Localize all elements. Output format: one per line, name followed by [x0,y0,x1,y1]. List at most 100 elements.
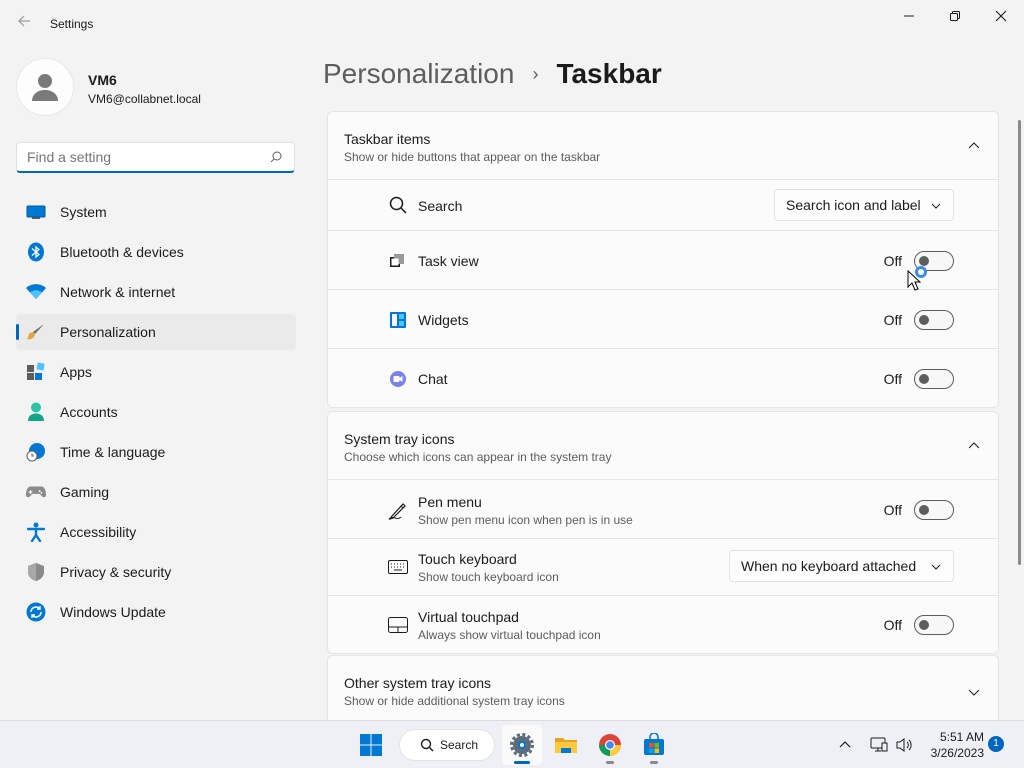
breadcrumb-separator: › [532,63,539,84]
taskbar-items-header[interactable]: Taskbar items Show or hide buttons that … [328,112,998,180]
start-button[interactable] [351,725,391,765]
nav-label: Time & language [60,444,166,460]
nav-label: Accounts [60,404,118,420]
setting-label: Virtual touchpad [418,609,519,625]
nav-list: System Bluetooth & devices Network & int… [16,194,296,634]
toggle-state-text: Off [883,312,902,328]
nav-item-privacy-security[interactable]: Privacy & security [16,554,296,590]
nav-label: System [60,204,107,220]
find-setting-input[interactable] [17,143,257,171]
system-tray-status[interactable] [864,721,920,768]
taskbar-search-button[interactable]: Search [399,729,495,761]
search-icon[interactable] [270,151,282,163]
taskbar-settings-app[interactable] [502,725,542,765]
section-title: System tray icons [344,431,455,447]
nav-item-accounts[interactable]: Accounts [16,394,296,430]
other-tray-header[interactable]: Other system tray icons Show or hide add… [328,656,998,720]
toggle-state-text: Off [883,371,902,387]
close-button[interactable] [978,0,1024,32]
app-title: Settings [50,17,94,31]
running-indicator [650,761,658,764]
wifi-icon [26,282,46,302]
system-tray-icons-card: System tray icons Choose which icons can… [327,411,999,654]
taskbar-file-explorer[interactable] [546,725,586,765]
shield-icon [26,562,46,582]
profile-email: VM6@collabnet.local [88,92,201,106]
setting-description: Show touch keyboard icon [418,570,559,584]
keyboard-icon [388,557,408,577]
section-subtitle: Show or hide buttons that appear on the … [344,150,601,164]
task-view-icon [388,251,408,271]
nav-item-gaming[interactable]: Gaming [16,474,296,510]
back-button[interactable] [12,12,36,36]
system-tray-header[interactable]: System tray icons Choose which icons can… [328,412,998,480]
pen-menu-toggle[interactable] [914,500,954,520]
nav-item-windows-update[interactable]: Windows Update [16,594,296,630]
virtual-touchpad-toggle[interactable] [914,615,954,635]
taskbar-chrome[interactable] [590,725,630,765]
toggle-state-text: Off [883,617,902,633]
chat-icon [388,369,408,389]
nav-item-network[interactable]: Network & internet [16,274,296,310]
widgets-icon [388,310,408,330]
nav-label: Bluetooth & devices [60,244,184,260]
scrollbar-thumb[interactable] [1018,120,1021,565]
toggle-knob [919,505,929,515]
nav-item-system[interactable]: System [16,194,296,230]
section-subtitle: Show or hide additional system tray icon… [344,694,565,708]
chevron-up-icon [839,741,851,748]
pen-menu-toggle-group: Off [884,500,954,520]
display-icon [26,202,46,222]
search-icon [388,195,408,215]
breadcrumb: Personalization › Taskbar [323,58,662,90]
nav-label: Gaming [60,484,110,500]
touch-keyboard-dropdown[interactable]: When no keyboard attached [729,550,954,582]
user-profile[interactable]: VM6 VM6@collabnet.local [16,58,296,118]
section-title: Taskbar items [344,131,431,147]
taskbar-clock[interactable]: 5:51 AM 3/26/2023 [920,729,984,761]
other-system-tray-card: Other system tray icons Show or hide add… [327,655,999,720]
toggle-knob [919,620,929,630]
clock-time: 5:51 AM [939,730,984,744]
nav-item-time-language[interactable]: Time & language [16,434,296,470]
setting-row-widgets: Widgets Off [328,290,998,349]
nav-label: Apps [60,364,92,380]
search-mode-dropdown[interactable]: Search icon and label [774,189,954,221]
notification-badge[interactable]: 1 [988,736,1004,752]
brush-icon [26,322,46,342]
chevron-up-icon[interactable] [968,140,980,152]
taskbar-microsoft-store[interactable] [634,725,674,765]
taskbar-items-card: Taskbar items Show or hide buttons that … [327,111,999,408]
setting-row-chat: Chat Off [328,349,998,407]
gamepad-icon [26,482,46,502]
show-hidden-icons-button[interactable] [834,721,856,768]
title-bar: Settings [0,0,1024,48]
touchpad-icon [388,615,408,635]
active-indicator [514,761,530,764]
chat-toggle[interactable] [914,369,954,389]
chevron-down-icon[interactable] [968,686,980,698]
setting-description: Always show virtual touchpad icon [418,628,601,642]
clock-globe-icon [26,442,46,462]
nav-item-personalization[interactable]: Personalization [16,314,296,350]
chevron-up-icon[interactable] [968,440,980,452]
widgets-toggle[interactable] [914,310,954,330]
setting-row-search: Search Search icon and label [328,180,998,231]
minimize-button[interactable] [886,0,932,32]
setting-row-virtual-touchpad: Virtual touchpad Always show virtual tou… [328,596,998,653]
nav-item-bluetooth[interactable]: Bluetooth & devices [16,234,296,270]
back-arrow-icon [18,15,30,27]
toggle-knob [919,315,929,325]
nav-item-apps[interactable]: Apps [16,354,296,390]
settings-search-box[interactable] [16,142,295,173]
setting-row-touch-keyboard: Touch keyboard Show touch keyboard icon … [328,539,998,596]
windows-taskbar: Search 5:51 AM 3/26/2023 [0,720,1024,768]
page-title: Taskbar [556,58,662,89]
minimize-icon [904,15,914,17]
setting-description: Show pen menu icon when pen is in use [418,513,633,527]
breadcrumb-parent[interactable]: Personalization [323,58,514,90]
taskbar-search-label: Search [440,738,479,752]
nav-item-accessibility[interactable]: Accessibility [16,514,296,550]
restore-button[interactable] [932,0,978,32]
volume-icon [896,738,912,752]
